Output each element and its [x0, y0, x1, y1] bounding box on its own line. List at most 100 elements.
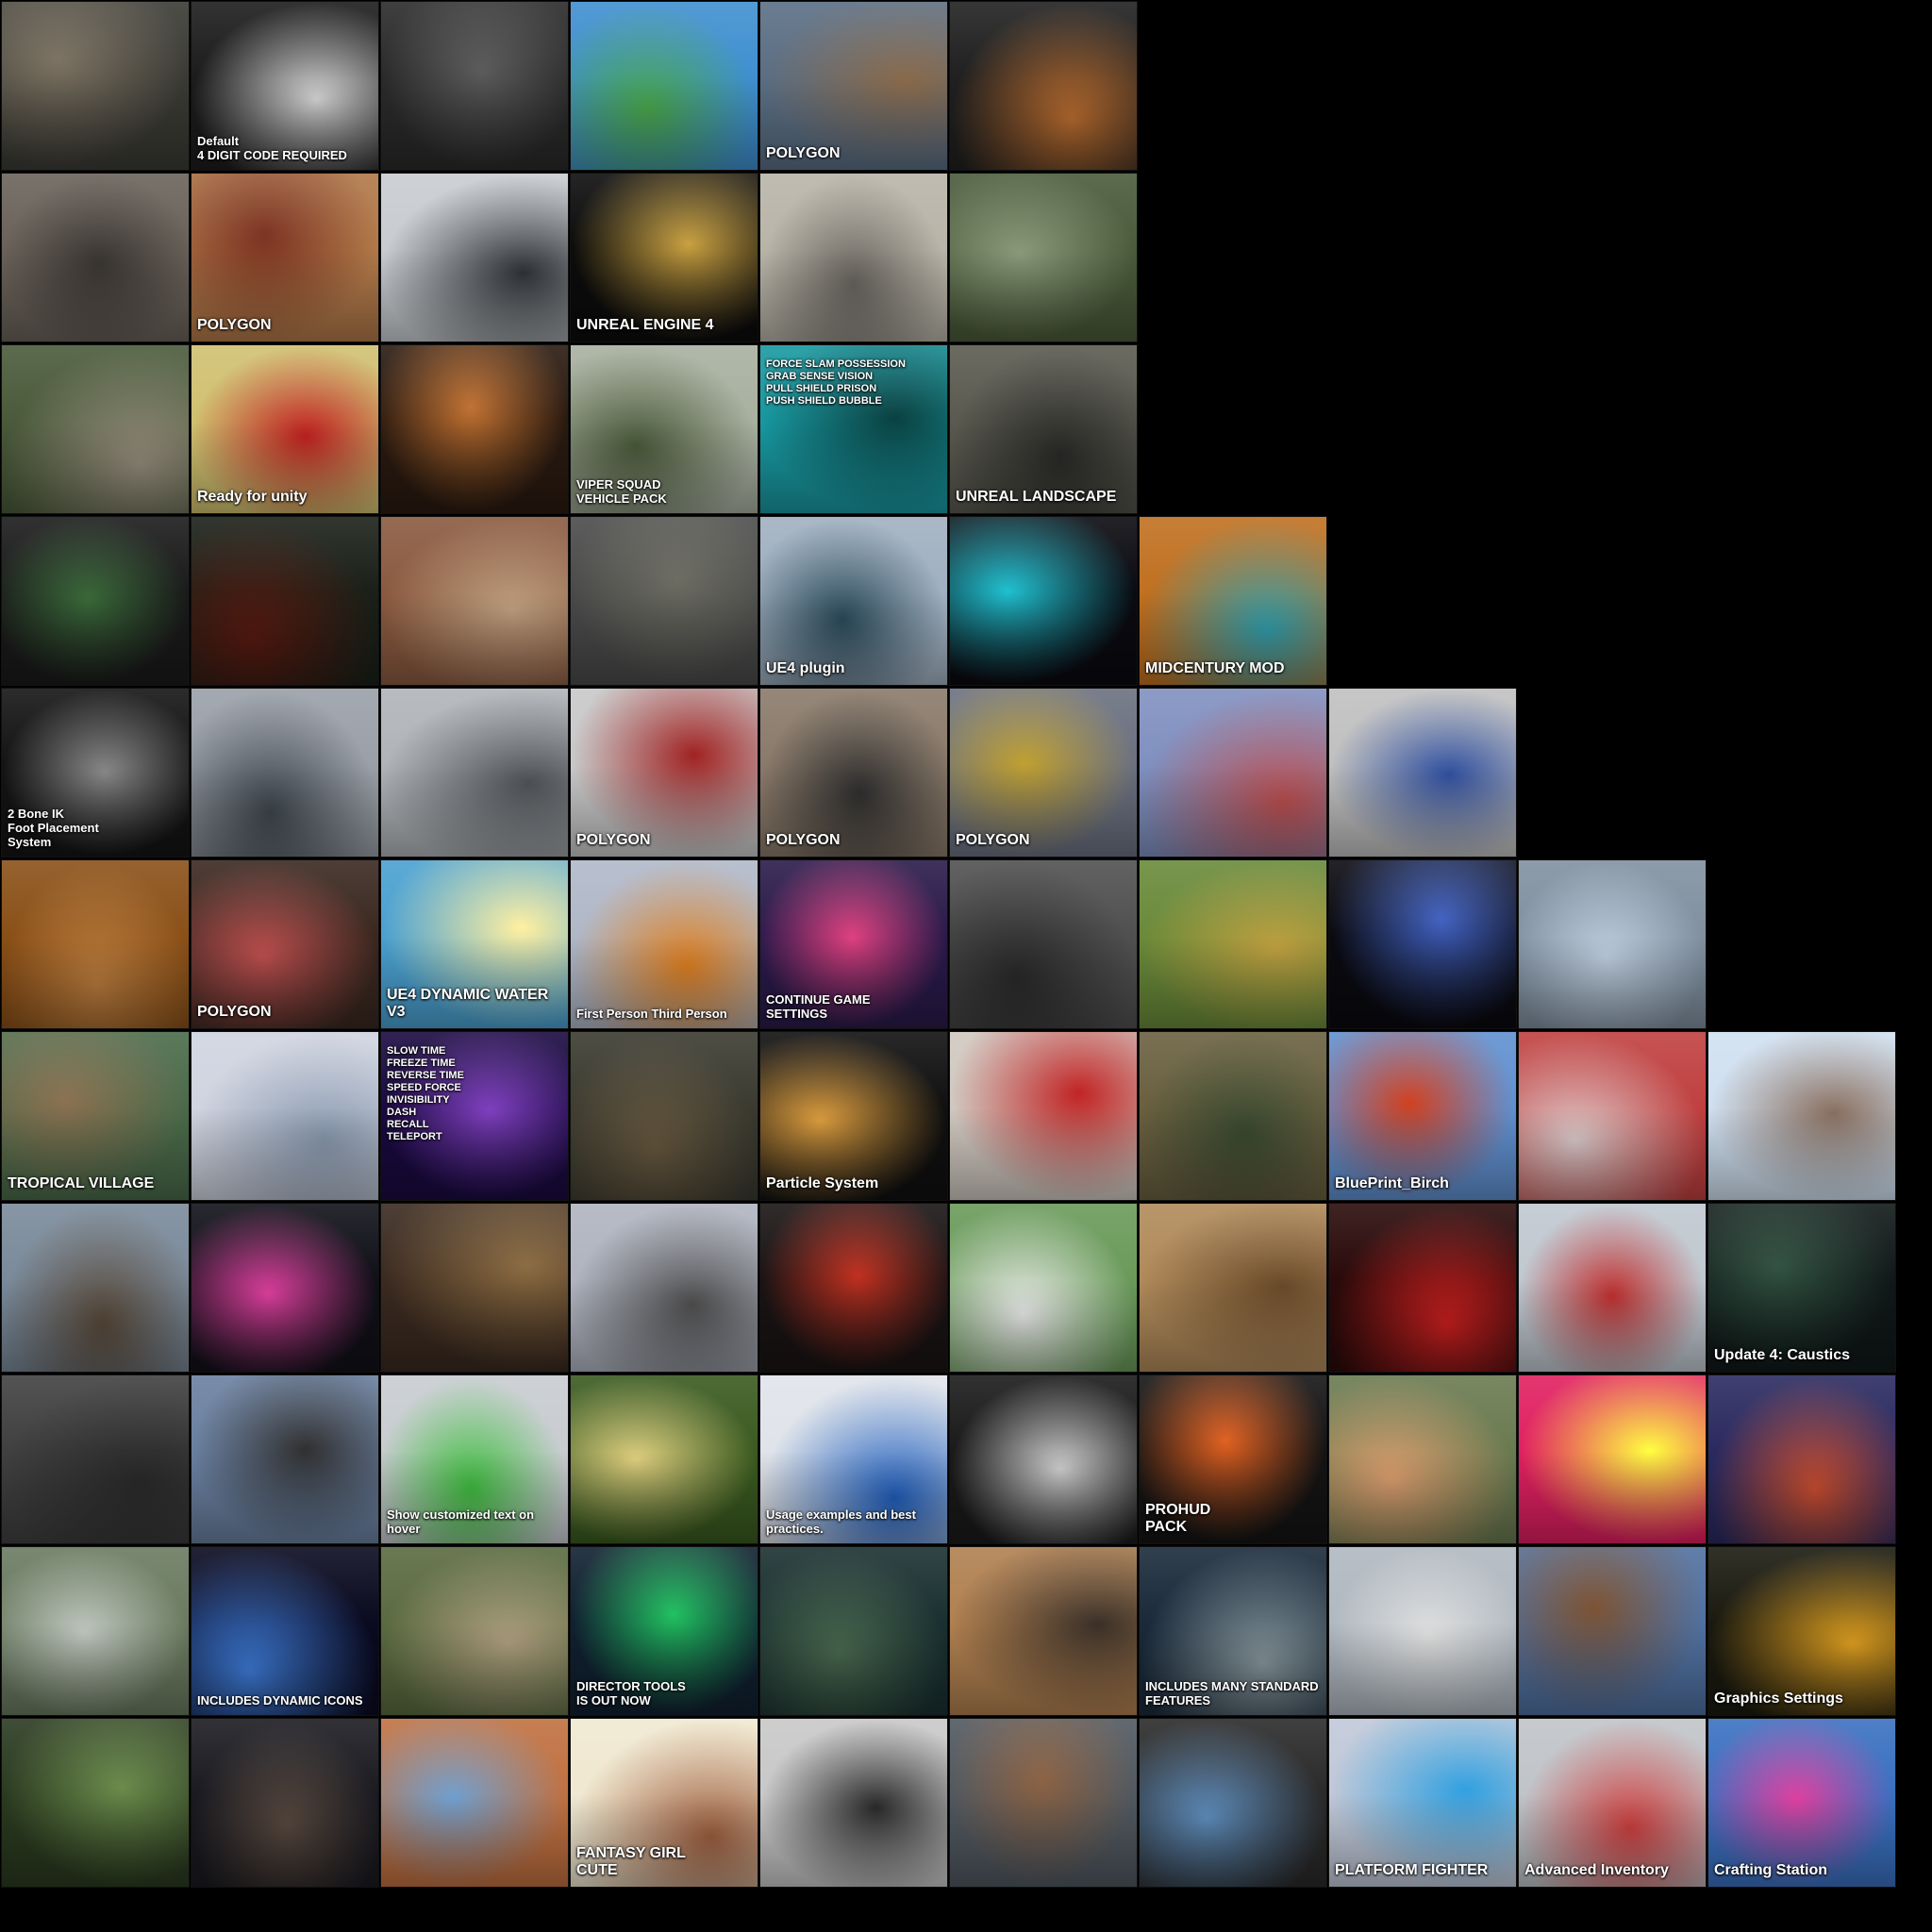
asset-thumbnail[interactable]: POLYGON: [759, 1, 948, 171]
asset-thumbnail[interactable]: [191, 516, 379, 686]
thumbnail-caption: TROPICAL VILLAGE: [8, 1175, 155, 1191]
asset-thumbnail[interactable]: Ready for unity: [191, 344, 379, 514]
asset-thumbnail[interactable]: FORCE SLAM POSSESSION GRAB SENSE VISION …: [759, 344, 948, 514]
asset-thumbnail[interactable]: [759, 1546, 948, 1716]
asset-thumbnail[interactable]: [949, 1031, 1138, 1201]
asset-thumbnail[interactable]: [1139, 859, 1327, 1029]
asset-thumbnail[interactable]: [1, 1718, 190, 1888]
thumbnail-caption: SLOW TIME FREEZE TIME REVERSE TIME SPEED…: [387, 1045, 464, 1142]
asset-thumbnail[interactable]: [1139, 1031, 1327, 1201]
asset-thumbnail[interactable]: [570, 516, 758, 686]
asset-thumbnail[interactable]: CONTINUE GAME SETTINGS: [759, 859, 948, 1029]
asset-thumbnail[interactable]: [949, 1718, 1138, 1888]
asset-thumbnail[interactable]: [570, 1203, 758, 1373]
thumbnail-caption: FORCE SLAM POSSESSION GRAB SENSE VISION …: [766, 358, 906, 407]
asset-thumbnail[interactable]: INCLUDES MANY STANDARD FEATURES: [1139, 1546, 1327, 1716]
thumbnail-shade: [192, 1032, 378, 1200]
asset-thumbnail[interactable]: Particle System: [759, 1031, 948, 1201]
asset-thumbnail[interactable]: [380, 1, 569, 171]
asset-thumbnail[interactable]: [570, 1031, 758, 1201]
asset-thumbnail[interactable]: INCLUDES DYNAMIC ICONS: [191, 1546, 379, 1716]
asset-thumbnail[interactable]: FANTASY GIRL CUTE: [570, 1718, 758, 1888]
asset-thumbnail[interactable]: [380, 344, 569, 514]
asset-thumbnail[interactable]: [759, 173, 948, 342]
asset-thumbnail[interactable]: [191, 1203, 379, 1373]
asset-thumbnail[interactable]: [570, 1374, 758, 1544]
asset-thumbnail[interactable]: [1328, 859, 1517, 1029]
asset-thumbnail[interactable]: [380, 1718, 569, 1888]
asset-thumbnail[interactable]: Default 4 DIGIT CODE REQUIRED: [191, 1, 379, 171]
asset-thumbnail[interactable]: [1328, 1374, 1517, 1544]
asset-thumbnail[interactable]: [949, 859, 1138, 1029]
asset-thumbnail[interactable]: UNREAL LANDSCAPE: [949, 344, 1138, 514]
asset-thumbnail[interactable]: [380, 1546, 569, 1716]
asset-thumbnail[interactable]: [1, 859, 190, 1029]
asset-thumbnail[interactable]: [1518, 1031, 1707, 1201]
asset-thumbnail[interactable]: Update 4: Caustics: [1707, 1203, 1896, 1373]
asset-thumbnail[interactable]: POLYGON: [191, 173, 379, 342]
asset-thumbnail[interactable]: [1707, 1031, 1896, 1201]
asset-thumbnail[interactable]: [1, 1546, 190, 1716]
asset-thumbnail[interactable]: [949, 1374, 1138, 1544]
asset-thumbnail[interactable]: Advanced Inventory: [1518, 1718, 1707, 1888]
asset-thumbnail[interactable]: [1518, 1374, 1707, 1544]
asset-thumbnail[interactable]: POLYGON: [191, 859, 379, 1029]
asset-thumbnail[interactable]: UE4 DYNAMIC WATER V3: [380, 859, 569, 1029]
asset-thumbnail[interactable]: [191, 688, 379, 858]
asset-thumbnail[interactable]: Show customized text on hover: [380, 1374, 569, 1544]
asset-thumbnail[interactable]: Crafting Station: [1707, 1718, 1896, 1888]
asset-thumbnail[interactable]: [570, 1, 758, 171]
asset-thumbnail[interactable]: [1, 344, 190, 514]
asset-thumbnail[interactable]: [1139, 1203, 1327, 1373]
asset-thumbnail[interactable]: TROPICAL VILLAGE: [1, 1031, 190, 1201]
asset-thumbnail[interactable]: PLATFORM FIGHTER: [1328, 1718, 1517, 1888]
asset-thumbnail[interactable]: PROHUD PACK: [1139, 1374, 1327, 1544]
asset-thumbnail[interactable]: [1707, 1374, 1896, 1544]
asset-thumbnail[interactable]: [949, 173, 1138, 342]
asset-thumbnail[interactable]: [949, 516, 1138, 686]
asset-thumbnail[interactable]: [949, 1546, 1138, 1716]
asset-thumbnail[interactable]: [1, 1, 190, 171]
asset-thumbnail[interactable]: 2 Bone IK Foot Placement System: [1, 688, 190, 858]
asset-thumbnail[interactable]: VIPER SQUAD VEHICLE PACK: [570, 344, 758, 514]
asset-thumbnail[interactable]: Usage examples and best practices.: [759, 1374, 948, 1544]
thumbnail-caption: FANTASY GIRL CUTE: [576, 1845, 686, 1878]
asset-thumbnail[interactable]: UE4 plugin: [759, 516, 948, 686]
thumbnail-shade: [1140, 1719, 1326, 1887]
asset-thumbnail[interactable]: [759, 1203, 948, 1373]
asset-thumbnail[interactable]: DIRECTOR TOOLS IS OUT NOW: [570, 1546, 758, 1716]
asset-thumbnail[interactable]: [759, 1718, 948, 1888]
asset-thumbnail[interactable]: [1328, 1203, 1517, 1373]
asset-thumbnail[interactable]: [1139, 1718, 1327, 1888]
asset-thumbnail[interactable]: [949, 1, 1138, 171]
asset-thumbnail[interactable]: [1, 173, 190, 342]
asset-thumbnail[interactable]: [949, 1203, 1138, 1373]
asset-thumbnail[interactable]: [380, 173, 569, 342]
asset-thumbnail[interactable]: [1518, 1546, 1707, 1716]
asset-thumbnail[interactable]: [191, 1374, 379, 1544]
asset-thumbnail[interactable]: [1328, 688, 1517, 858]
asset-thumbnail[interactable]: MIDCENTURY MOD: [1139, 516, 1327, 686]
asset-thumbnail[interactable]: [1139, 688, 1327, 858]
asset-thumbnail[interactable]: [1, 1203, 190, 1373]
asset-thumbnail[interactable]: [191, 1718, 379, 1888]
thumbnail-shade: [760, 174, 947, 341]
asset-thumbnail[interactable]: [1, 516, 190, 686]
asset-thumbnail[interactable]: [380, 688, 569, 858]
asset-thumbnail[interactable]: SLOW TIME FREEZE TIME REVERSE TIME SPEED…: [380, 1031, 569, 1201]
asset-thumbnail[interactable]: [1518, 859, 1707, 1029]
asset-thumbnail[interactable]: [1328, 1546, 1517, 1716]
asset-thumbnail[interactable]: First Person Third Person: [570, 859, 758, 1029]
asset-thumbnail[interactable]: UNREAL ENGINE 4: [570, 173, 758, 342]
asset-thumbnail[interactable]: [1, 1374, 190, 1544]
asset-thumbnail[interactable]: [191, 1031, 379, 1201]
asset-thumbnail[interactable]: POLYGON: [949, 688, 1138, 858]
thumbnail-shade: [571, 860, 758, 1028]
asset-thumbnail[interactable]: POLYGON: [759, 688, 948, 858]
asset-thumbnail[interactable]: [1518, 1203, 1707, 1373]
asset-thumbnail[interactable]: POLYGON: [570, 688, 758, 858]
asset-thumbnail[interactable]: Graphics Settings: [1707, 1546, 1896, 1716]
asset-thumbnail[interactable]: BluePrint_Birch: [1328, 1031, 1517, 1201]
asset-thumbnail[interactable]: [380, 1203, 569, 1373]
asset-thumbnail[interactable]: [380, 516, 569, 686]
